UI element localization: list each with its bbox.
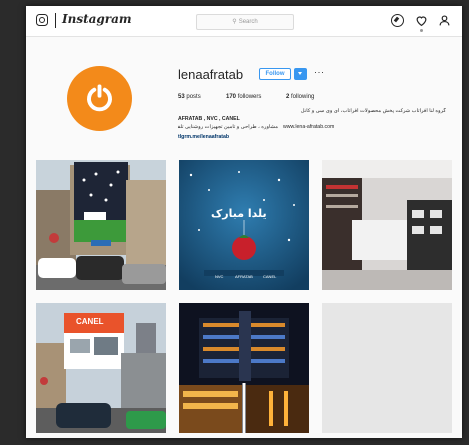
- post-thumbnail[interactable]: یلدا مبارک NVC AFRATAB CANEL: [179, 160, 309, 290]
- building-photo: [36, 160, 166, 290]
- shop-interior-photo: [322, 160, 452, 290]
- yalda-poster: [179, 160, 309, 290]
- heart-icon[interactable]: [415, 14, 428, 27]
- person-icon[interactable]: [438, 14, 451, 27]
- suggestions-dropdown-button[interactable]: [294, 68, 307, 80]
- profile-username: lenaafratab: [178, 67, 244, 82]
- post-thumbnail[interactable]: [179, 303, 309, 433]
- stat-posts: 53 posts: [178, 94, 201, 100]
- post-thumbnail[interactable]: [36, 160, 166, 290]
- compass-icon[interactable]: [391, 14, 404, 27]
- brand-logo-canel: CANEL: [263, 274, 277, 279]
- brand-logo-afratab: AFRATAB: [235, 274, 253, 279]
- post-thumbnail[interactable]: CANEL: [36, 303, 166, 433]
- profile-avatar[interactable]: [67, 66, 132, 131]
- search-icon: ⚲: [232, 19, 237, 25]
- instagram-window: Instagram ⚲ Search lenaafratab Follow ···…: [26, 6, 462, 438]
- bio-telegram-link[interactable]: tlgrm.me/lenaafratab: [178, 134, 229, 140]
- bio-line-services: مشاوره ، طراحی و تامین تجهیزات روشنایی ت…: [178, 124, 278, 130]
- notification-dot: [420, 29, 423, 32]
- stat-followers[interactable]: 170 followers: [226, 94, 261, 100]
- search-placeholder: Search: [238, 19, 258, 25]
- bio-line-brands: AFRATAB , NVC , CANEL: [178, 116, 240, 122]
- yalda-greeting-text: یلدا مبارک: [211, 207, 267, 220]
- stat-following[interactable]: 2 following: [286, 94, 314, 100]
- search-input[interactable]: ⚲ Search: [196, 14, 294, 30]
- canel-billboard-text: CANEL: [76, 317, 104, 326]
- logo-divider: [55, 13, 56, 28]
- post-thumbnail-empty: [322, 303, 452, 433]
- instagram-wordmark[interactable]: Instagram: [62, 12, 132, 26]
- mall-night-photo: [179, 303, 309, 433]
- bio-website[interactable]: www.lena-afratab.com: [283, 124, 393, 130]
- bio-line-persian: گروه لنا افراتاب شرکت پخش محصولات افراتا…: [300, 108, 446, 114]
- power-logo-icon: [87, 84, 112, 112]
- post-thumbnail[interactable]: [322, 160, 452, 290]
- camera-logo-icon[interactable]: [36, 14, 48, 26]
- more-options-button[interactable]: ···: [314, 67, 325, 77]
- top-navigation-bar: Instagram ⚲ Search: [26, 6, 462, 37]
- brand-logo-nvc: NVC: [215, 274, 224, 279]
- follow-button[interactable]: Follow: [259, 68, 291, 80]
